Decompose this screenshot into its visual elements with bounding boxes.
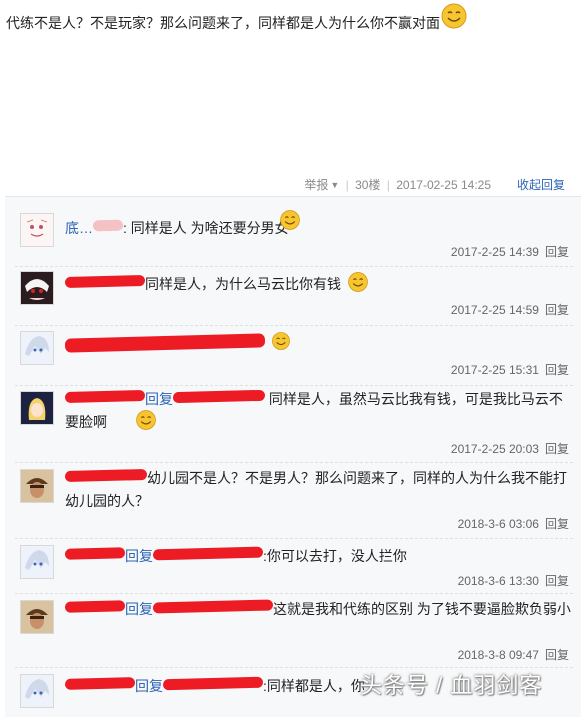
- reply-footer: 2017-2-25 15:31 回复: [451, 361, 569, 378]
- avatar[interactable]: [20, 469, 54, 503]
- reply-button[interactable]: 回复: [545, 303, 569, 317]
- reply-footer: 2017-2-25 14:39 回复: [451, 243, 569, 260]
- reply-mention-prefix: 回复: [125, 601, 153, 617]
- redaction-mark: [64, 468, 148, 483]
- anime-avatar-icon: [21, 332, 53, 364]
- reply-content: 回复 这就是我和代练的区别 为了钱不要逼脸欺负弱小: [64, 598, 573, 621]
- list-item: 回复:你可以去打，没人拦你 2018-3-6 13:30 回复: [5, 539, 581, 594]
- reply-content: 同样是人，为什么马云比你有钱: [64, 273, 573, 296]
- reply-footer: 2018-3-8 09:47 回复: [458, 646, 569, 663]
- reply-content: 底…: 同样是人 为啥还要分男女: [65, 219, 289, 236]
- list-item: 幼儿园不是人？不是男人？那么问题来了，同样的人为什么我不能打幼儿园的人？ 201…: [5, 463, 581, 539]
- reply-footer: 2018-3-6 13:30 回复: [458, 572, 569, 589]
- white-hair-avatar-icon: [21, 272, 53, 304]
- sketch-avatar-icon: [21, 214, 53, 246]
- reply-time: 2017-2-25 14:59: [450, 303, 539, 317]
- reply-button[interactable]: 回复: [545, 648, 569, 662]
- avatar[interactable]: [20, 213, 54, 247]
- reply-time: 2017-2-25 14:39: [450, 245, 539, 259]
- reply-footer: 2017-2-25 20:03 回复: [451, 440, 569, 457]
- smiley-icon: [136, 410, 156, 430]
- redaction-mark: [152, 546, 264, 561]
- redaction-mark: [64, 389, 146, 404]
- reply-text: 你可以去打，没人拦你: [266, 548, 407, 564]
- reply-button[interactable]: 回复: [545, 574, 569, 588]
- avatar[interactable]: [20, 271, 54, 305]
- avatar[interactable]: [20, 600, 54, 634]
- reply-button[interactable]: 回复: [545, 245, 569, 259]
- reply-time: 2017-2-25 20:03: [450, 442, 539, 456]
- watermark: 头条号 / 血羽剑客: [360, 673, 543, 698]
- list-item: 回复 这就是我和代练的区别 为了钱不要逼脸欺负弱小 2018-3-8 09:47 回…: [5, 594, 581, 668]
- reply-content: 回复:你可以去打，没人拦你: [64, 545, 573, 568]
- post-timestamp: 2017-02-25 14:25: [396, 178, 491, 192]
- divider: |: [386, 178, 390, 192]
- anime-avatar-icon: [21, 546, 53, 578]
- reply-footer: 2018-3-6 03:06 回复: [458, 515, 569, 532]
- list-item: 2017-2-25 15:31 回复: [5, 326, 581, 386]
- reply-button[interactable]: 回复: [545, 442, 569, 456]
- reply-mention-prefix: 回复: [135, 678, 163, 694]
- smiley-icon: [441, 3, 467, 29]
- reply-text: 这就是我和代练的区别 为了钱不要逼脸欺负弱小: [273, 601, 571, 617]
- redaction-mark: [152, 599, 274, 614]
- redaction-mark: [64, 547, 126, 560]
- smiley-icon: [348, 272, 368, 292]
- list-item: 底…: 同样是人 为啥还要分男女 2017-2-25 14:39 回复: [5, 197, 581, 267]
- soldier-avatar-icon: [21, 470, 53, 502]
- reply-username[interactable]: 底…: [65, 220, 93, 236]
- post-meta-bar: 举报 ▼ | 30楼 | 2017-02-25 14:25 收起回复: [0, 170, 585, 196]
- blonde-avatar-icon: [21, 392, 53, 424]
- post-text: 代练不是人？不是玩家？那么问题来了，同样都是人为什么你不赢对面: [6, 13, 440, 33]
- redaction-mark: [162, 676, 264, 691]
- redaction-mark: [172, 389, 266, 404]
- list-item: 回复 同样是人，虽然马云比我有钱，可是我比马云不要脸啊 2017-2-25 20…: [5, 386, 581, 463]
- reply-time: 2018-3-6 13:30: [457, 574, 539, 588]
- divider: |: [345, 178, 349, 192]
- reply-time: 2017-2-25 15:31: [450, 363, 539, 377]
- avatar[interactable]: [20, 674, 54, 708]
- reply-mention-prefix: 回复: [145, 391, 173, 407]
- avatar[interactable]: [20, 331, 54, 365]
- avatar[interactable]: [20, 545, 54, 579]
- post-meta-info: 举报 ▼ | 30楼 | 2017-02-25 14:25: [304, 176, 491, 193]
- smiley-icon: [280, 210, 300, 230]
- reply-time: 2018-3-6 03:06: [457, 517, 539, 531]
- report-button[interactable]: 举报: [304, 178, 328, 192]
- reply-footer: 2017-2-25 14:59 回复: [451, 301, 569, 318]
- reply-panel: 底…: 同样是人 为啥还要分男女 2017-2-25 14:39 回复 同样是人，…: [5, 196, 581, 717]
- redaction-mark: [64, 677, 136, 690]
- floor-number: 30楼: [355, 178, 381, 192]
- list-item: 同样是人，为什么马云比你有钱 2017-2-25 14:59 回复: [5, 267, 581, 326]
- redaction-mark: [64, 333, 266, 353]
- redaction-mark: [92, 219, 124, 232]
- anime-avatar-icon: [21, 675, 53, 707]
- reply-content: [64, 333, 573, 359]
- collapse-replies-button[interactable]: 收起回复: [517, 176, 565, 193]
- reply-button[interactable]: 回复: [545, 363, 569, 377]
- reply-time: 2018-3-8 09:47: [457, 648, 539, 662]
- reply-content: 幼儿园不是人？不是男人？那么问题来了，同样的人为什么我不能打幼儿园的人？: [64, 467, 573, 513]
- smiley-icon: [272, 332, 290, 350]
- reply-text: 同样是人 为啥还要分男女: [130, 220, 289, 236]
- reply-mention-prefix: 回复: [125, 548, 153, 564]
- redaction-mark: [64, 600, 126, 613]
- reply-text: 同样都是人，你: [266, 678, 365, 694]
- reply-button[interactable]: 回复: [545, 517, 569, 531]
- post-content: 代练不是人？不是玩家？那么问题来了，同样都是人为什么你不赢对面: [6, 15, 440, 31]
- avatar[interactable]: [20, 391, 54, 425]
- soldier-avatar-icon: [21, 601, 53, 633]
- chevron-down-icon[interactable]: ▼: [330, 180, 339, 190]
- reply-text: 同样是人，为什么马云比你有钱: [145, 276, 341, 292]
- redaction-mark: [64, 274, 146, 289]
